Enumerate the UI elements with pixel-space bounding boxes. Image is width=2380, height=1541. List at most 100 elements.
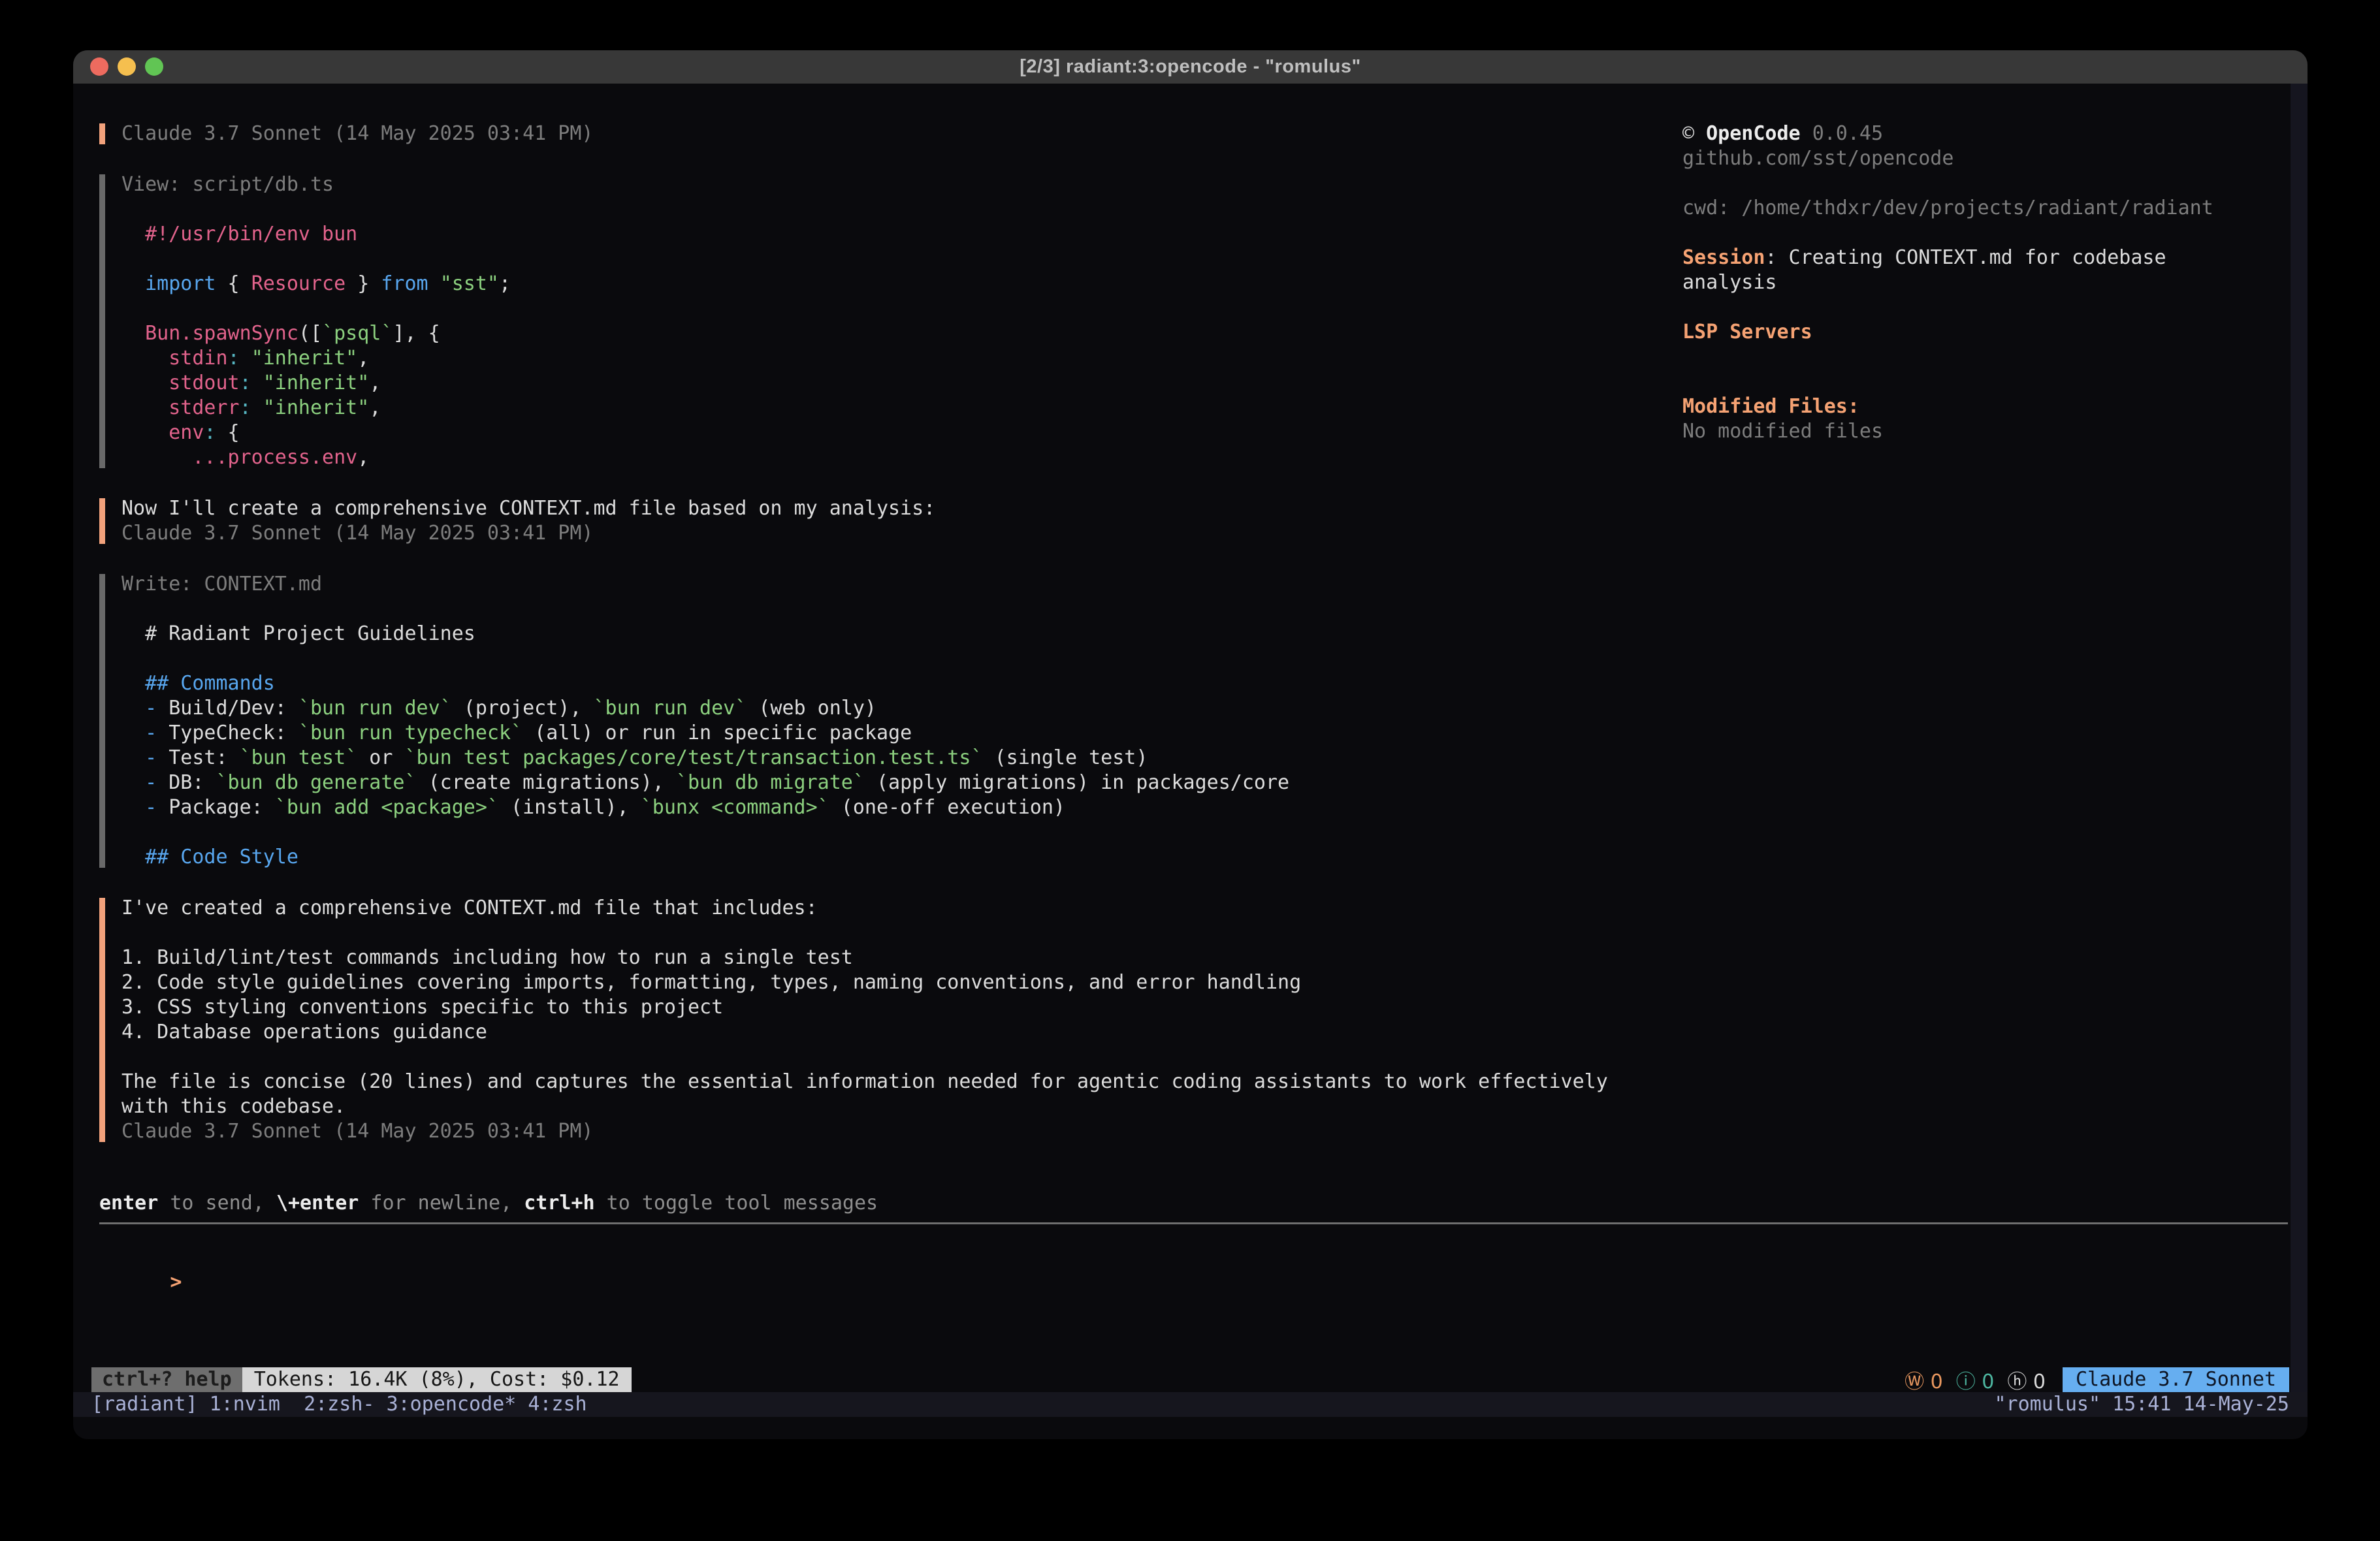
text-segment: } <box>346 272 381 295</box>
text-segment: `bun test` <box>240 746 358 769</box>
text-segment: The file is concise (20 lines) and captu… <box>121 1070 1608 1093</box>
text-segment: - <box>145 771 157 794</box>
text-segment: Claude 3.7 Sonnet (14 May 2025 03:41 PM) <box>121 1120 593 1143</box>
terminal-line: ## Commands <box>121 671 1673 696</box>
tokens-cost-chip: Tokens: 16.4K (8%), Cost: $0.12 <box>242 1367 632 1392</box>
text-segment: No modified files <box>1682 420 1883 443</box>
help-chip[interactable]: ctrl+? help <box>91 1367 242 1392</box>
text-segment: cwd: /home/thdxr/dev/projects/radiant/ra… <box>1682 197 2213 219</box>
model-chip[interactable]: Claude 3.7 Sonnet <box>2063 1367 2289 1392</box>
terminal-line: Claude 3.7 Sonnet (14 May 2025 03:41 PM) <box>121 121 1673 146</box>
text-segment: ; <box>499 272 511 295</box>
text-segment <box>121 396 169 419</box>
terminal-line: - Build/Dev: `bun run dev` (project), `b… <box>121 696 1673 721</box>
prompt-input[interactable]: > <box>99 1245 1601 1270</box>
text-segment: stdout <box>169 372 239 394</box>
terminal-line <box>121 597 1673 622</box>
text-segment: ## Commands <box>145 672 275 695</box>
text-segment: Claude 3.7 Sonnet (14 May 2025 03:41 PM) <box>121 522 593 545</box>
text-segment: ctrl+h <box>524 1192 594 1215</box>
terminal-line: github.com/sst/opencode <box>1682 146 2290 171</box>
text-segment: env <box>169 421 204 444</box>
text-segment: : <box>228 347 240 370</box>
terminal-line: 2. Code style guidelines covering import… <box>121 970 1673 995</box>
text-segment: (project), <box>452 697 594 720</box>
text-segment: ], { <box>393 322 440 345</box>
text-segment: Build/Dev: <box>157 697 298 720</box>
text-segment: github.com/sst/opencode <box>1682 147 1954 170</box>
text-segment: ([ <box>298 322 322 345</box>
text-segment: Bun.spawnSync <box>145 322 298 345</box>
terminal-right-padding <box>2291 84 2308 1392</box>
terminal-line <box>1682 295 2290 320</box>
status-bar-right: Ⓦ 0ⓘ 0ⓗ 0 Claude 3.7 Sonnet <box>1905 1365 2289 1394</box>
text-segment: `bunx <command>` <box>641 796 829 819</box>
terminal-line <box>121 247 1673 272</box>
tmux-window-item-3[interactable]: 3:opencode* <box>387 1393 528 1416</box>
opencode-tui: Claude 3.7 Sonnet (14 May 2025 03:41 PM)… <box>73 84 2308 1439</box>
text-segment: , <box>369 396 381 419</box>
tmux-window-item-4[interactable]: 4:zsh <box>528 1393 587 1416</box>
text-segment: stderr <box>169 396 239 419</box>
tool-marker-bar <box>99 574 105 868</box>
desktop: { "window": { "title": "[2/3] radiant:3:… <box>0 0 2380 1541</box>
text-segment: analysis <box>1682 271 1777 294</box>
terminal-line <box>121 646 1673 671</box>
terminal-line: I've created a comprehensive CONTEXT.md … <box>121 896 1673 921</box>
assistant-marker-bar <box>99 498 105 544</box>
text-segment: (install), <box>499 796 641 819</box>
text-segment: © <box>1682 122 1706 145</box>
text-segment: with this codebase. <box>121 1095 346 1118</box>
terminal-line: import { Resource } from "sst"; <box>121 272 1673 296</box>
warn-diagnostic-icon: Ⓦ 0 <box>1905 1365 1943 1394</box>
text-segment: { <box>216 272 251 295</box>
text-segment: for newline, <box>359 1192 524 1215</box>
window-title: [2/3] radiant:3:opencode - "romulus" <box>1020 56 1360 78</box>
terminal-line: No modified files <box>1682 419 2290 444</box>
text-segment: : <box>240 372 251 394</box>
terminal-line: - Test: `bun test` or `bun test packages… <box>121 746 1673 770</box>
text-segment: 1. Build/lint/test commands including ho… <box>121 946 853 969</box>
tmux-window-item-1[interactable]: 1:nvim <box>210 1393 304 1416</box>
terminal-line: Claude 3.7 Sonnet (14 May 2025 03:41 PM) <box>121 521 1673 546</box>
tool-call-block: View: script/db.ts #!/usr/bin/env bun im… <box>99 172 1673 470</box>
tmux-window-item-2[interactable]: 2:zsh- <box>304 1393 386 1416</box>
terminal-line <box>1682 171 2290 196</box>
text-segment: `bun run typecheck` <box>298 722 523 744</box>
text-segment: - <box>145 746 157 769</box>
hint-diagnostic-icon: ⓗ 0 <box>2007 1365 2046 1394</box>
text-segment: Resource <box>251 272 346 295</box>
text-segment: `bun db generate` <box>216 771 417 794</box>
terminal-line <box>121 1045 1673 1070</box>
text-segment: Claude 3.7 Sonnet (14 May 2025 03:41 PM) <box>121 122 593 145</box>
zoom-button[interactable] <box>145 57 163 76</box>
text-segment <box>121 771 145 794</box>
text-segment: "inherit" <box>263 372 370 394</box>
text-segment: LSP Servers <box>1682 321 1812 343</box>
text-segment: Write: CONTEXT.md <box>121 573 322 596</box>
prompt-symbol: > <box>170 1271 182 1294</box>
input-divider <box>99 1222 2288 1224</box>
text-segment: : <box>240 396 251 419</box>
terminal-line: #!/usr/bin/env bun <box>121 222 1673 247</box>
tool-call-block: Write: CONTEXT.md # Radiant Project Guid… <box>99 572 1673 870</box>
terminal-line <box>121 296 1673 321</box>
text-segment <box>121 421 169 444</box>
text-segment: ## Code Style <box>145 846 298 868</box>
text-segment <box>121 272 145 295</box>
text-segment: "inherit" <box>263 396 370 419</box>
session-sidebar: © OpenCode 0.0.45github.com/sst/opencode… <box>1682 84 2290 444</box>
minimize-button[interactable] <box>118 57 136 76</box>
diagnostics-counters: Ⓦ 0ⓘ 0ⓗ 0 <box>1905 1365 2046 1394</box>
text-segment: Package: <box>157 796 275 819</box>
traffic-lights <box>90 57 163 76</box>
status-bar-left: ctrl+? help Tokens: 16.4K (8%), Cost: $0… <box>91 1367 632 1392</box>
terminal-line: Now I'll create a comprehensive CONTEXT.… <box>121 496 1673 521</box>
text-segment: to send, <box>158 1192 276 1215</box>
text-segment: ...process.env <box>192 446 357 469</box>
close-button[interactable] <box>90 57 108 76</box>
text-segment: enter <box>99 1192 158 1215</box>
text-segment: , <box>369 372 381 394</box>
window-titlebar[interactable]: [2/3] radiant:3:opencode - "romulus" <box>73 50 2308 84</box>
text-segment: Modified Files: <box>1682 395 1859 418</box>
